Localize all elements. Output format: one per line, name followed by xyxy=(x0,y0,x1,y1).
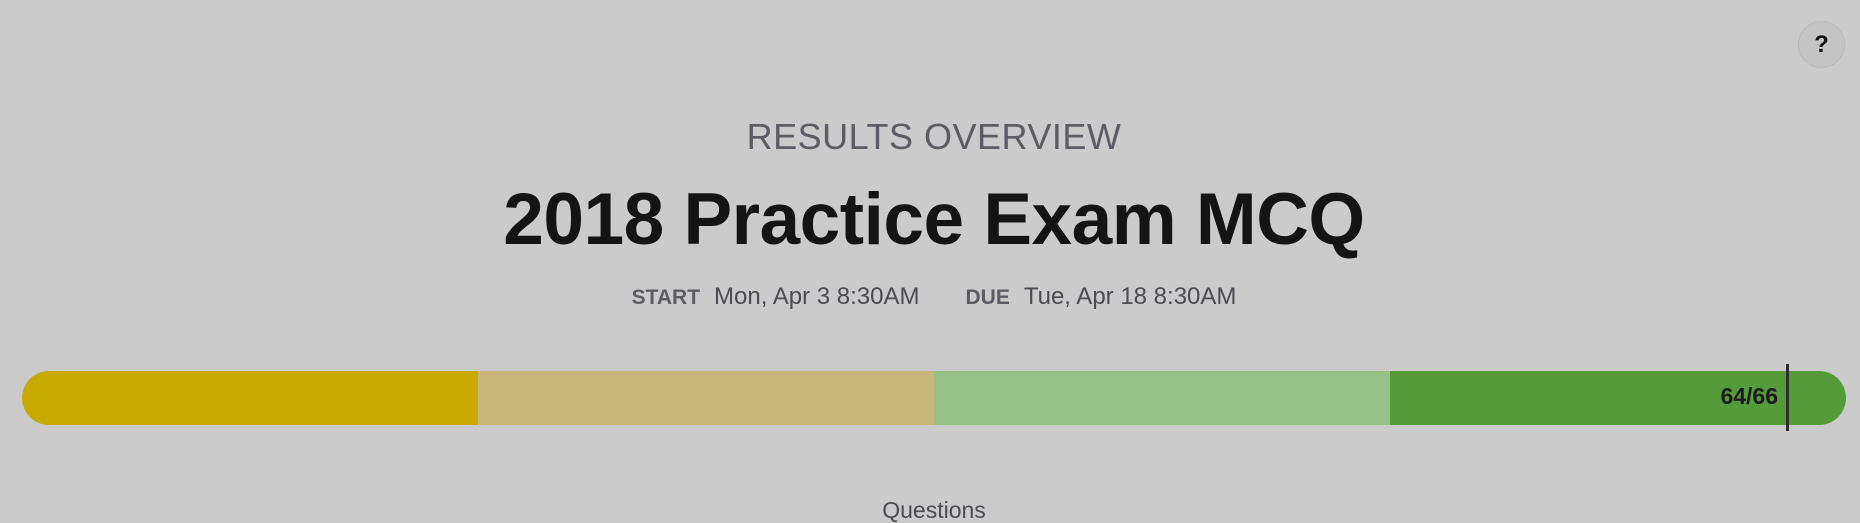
exam-title: 2018 Practice Exam MCQ xyxy=(503,179,1365,260)
due-label: DUE xyxy=(965,286,1010,309)
results-overview-label: RESULTS OVERVIEW xyxy=(746,116,1122,157)
score-marker xyxy=(1786,364,1789,431)
progress-segment-2 xyxy=(478,371,934,425)
due-date: Tue, Apr 18 8:30AM xyxy=(1023,283,1237,310)
start-label: START xyxy=(631,286,701,309)
question-mark-icon: ? xyxy=(1814,30,1829,58)
help-button[interactable]: ? xyxy=(1798,21,1845,68)
results-overview-page: ? RESULTS OVERVIEW 2018 Practice Exam MC… xyxy=(0,0,1860,523)
start-date: Mon, Apr 3 8:30AM xyxy=(714,283,920,310)
score-progress-bar xyxy=(22,371,1846,425)
progress-segment-1 xyxy=(22,371,478,425)
score-label: 64/66 xyxy=(1720,383,1778,409)
questions-label: Questions xyxy=(882,497,986,523)
exam-dates: START Mon, Apr 3 8:30AM DUE Tue, Apr 18 … xyxy=(0,283,1860,311)
progress-segment-3 xyxy=(934,371,1390,425)
